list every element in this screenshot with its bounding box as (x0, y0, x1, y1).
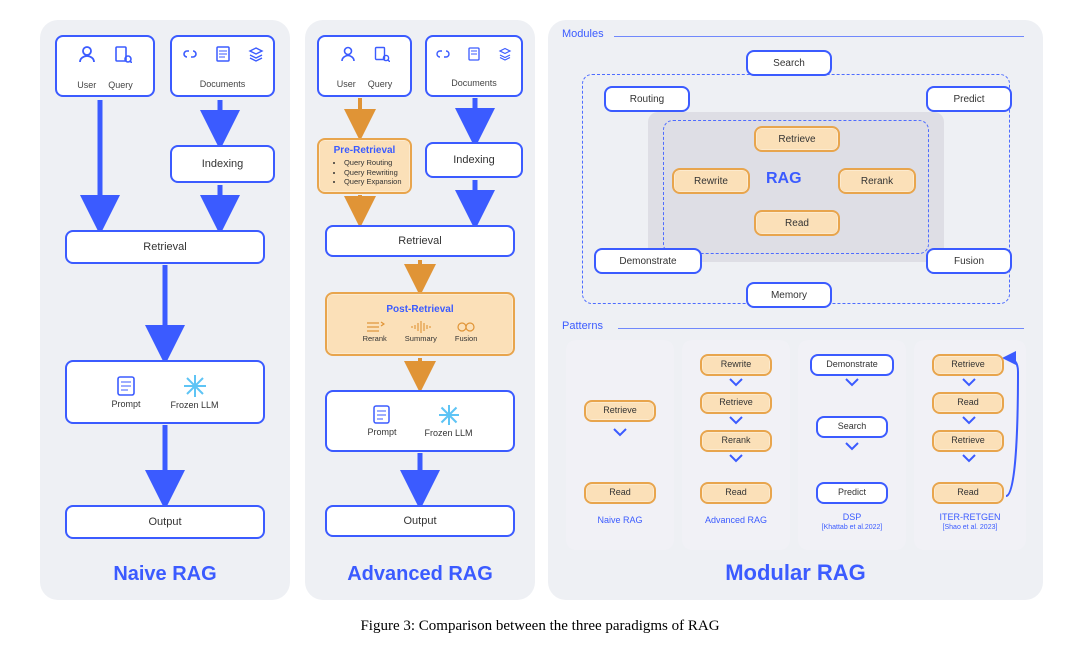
user-icon (340, 46, 356, 62)
adv-output: Output (325, 505, 515, 537)
mod-routing: Routing (604, 86, 690, 112)
naive-documents: Documents (170, 35, 275, 97)
p4-retrieve2: Retrieve (932, 430, 1004, 452)
link-icon (436, 47, 450, 61)
plab4s: [Shao et al. 2023] (914, 524, 1026, 531)
chev-icon (729, 416, 743, 426)
mod-retrieve: Retrieve (754, 126, 840, 152)
sec-modules: Modules (562, 28, 604, 40)
link-icon (182, 46, 198, 62)
chev-icon (845, 378, 859, 388)
p2-rerank: Rerank (700, 430, 772, 452)
summary-icon (409, 320, 433, 334)
chev-icon (962, 378, 976, 388)
p2-read: Read (700, 482, 772, 504)
adv-prompt-llm: Prompt Frozen LLM (325, 390, 515, 452)
sec-patterns: Patterns (562, 320, 603, 332)
chev-icon (962, 454, 976, 464)
adv-indexing: Indexing (425, 142, 523, 178)
adv-retrieval: Retrieval (325, 225, 515, 257)
plab3s: [Khattab et al.2022] (798, 524, 906, 531)
mod-rag: RAG (766, 170, 802, 188)
query-icon (114, 45, 132, 63)
p4-read2: Read (932, 482, 1004, 504)
naive-retrieval: Retrieval (65, 230, 265, 264)
chev-icon (613, 428, 627, 438)
fusion-icon (457, 320, 475, 334)
label-prompt: Prompt (111, 400, 140, 410)
label-user: User (77, 81, 96, 91)
label-query: Query (108, 81, 133, 91)
mod-demonstrate: Demonstrate (594, 248, 702, 274)
doc-icon (468, 47, 480, 61)
chev-icon (845, 442, 859, 452)
adv-documents: Documents (425, 35, 523, 97)
label-documents: Documents (200, 80, 246, 90)
p1-read: Read (584, 482, 656, 504)
doc-icon (216, 46, 230, 62)
naive-indexing: Indexing (170, 145, 275, 183)
sec-modules-rule (614, 36, 1024, 37)
rerank-icon (365, 320, 385, 334)
figure-caption: Figure 3: Comparison between the three p… (0, 618, 1080, 635)
prompt-doc-icon (115, 374, 137, 398)
p3-predict: Predict (816, 482, 888, 504)
label-frozen: Frozen LLM (170, 401, 218, 411)
panel-naive: User Query Documents Indexing Retrieval P… (40, 20, 290, 600)
title-advanced: Advanced RAG (305, 563, 535, 586)
mod-fusion: Fusion (926, 248, 1012, 274)
mod-rewrite: Rewrite (672, 168, 750, 194)
chev-icon (962, 416, 976, 426)
mod-read: Read (754, 210, 840, 236)
sec-patterns-rule (618, 328, 1024, 329)
mod-predict: Predict (926, 86, 1012, 112)
plab3: DSP (798, 512, 906, 522)
chev-icon (729, 378, 743, 388)
p4-read1: Read (932, 392, 1004, 414)
naive-prompt-llm: Prompt Frozen LLM (65, 360, 265, 424)
mod-search: Search (746, 50, 832, 76)
adv-pre-retrieval: Pre-Retrieval Query Routing Query Rewrit… (317, 138, 412, 194)
panel-advanced: UserQuery Documents Pre-Retrieval Query … (305, 20, 535, 600)
stack-icon (248, 46, 264, 62)
mod-memory: Memory (746, 282, 832, 308)
panel-modular: Modules Search Routing Predict Retrieve … (548, 20, 1043, 600)
title-modular: Modular RAG (548, 560, 1043, 586)
plab1: Naive RAG (566, 515, 674, 525)
plab2: Advanced RAG (682, 515, 790, 525)
title-naive: Naive RAG (40, 563, 290, 586)
snowflake-icon (437, 403, 461, 427)
naive-user-query: User Query (55, 35, 155, 97)
query-icon (374, 46, 390, 62)
user-icon (78, 45, 96, 63)
snowflake-icon (182, 373, 208, 399)
adv-user-query: UserQuery (317, 35, 412, 97)
p1-retrieve: Retrieve (584, 400, 656, 422)
p4-retrieve1: Retrieve (932, 354, 1004, 376)
chev-icon (729, 454, 743, 464)
p2-rewrite: Rewrite (700, 354, 772, 376)
prompt-doc-icon (372, 404, 392, 426)
p3-demonstrate: Demonstrate (810, 354, 894, 376)
adv-post-retrieval: Post-Retrieval Rerank Summary Fusion (325, 292, 515, 356)
p3-search: Search (816, 416, 888, 438)
naive-output: Output (65, 505, 265, 539)
stack-icon (498, 47, 512, 61)
p2-retrieve: Retrieve (700, 392, 772, 414)
mod-rerank: Rerank (838, 168, 916, 194)
plab4: ITER-RETGEN (914, 512, 1026, 522)
